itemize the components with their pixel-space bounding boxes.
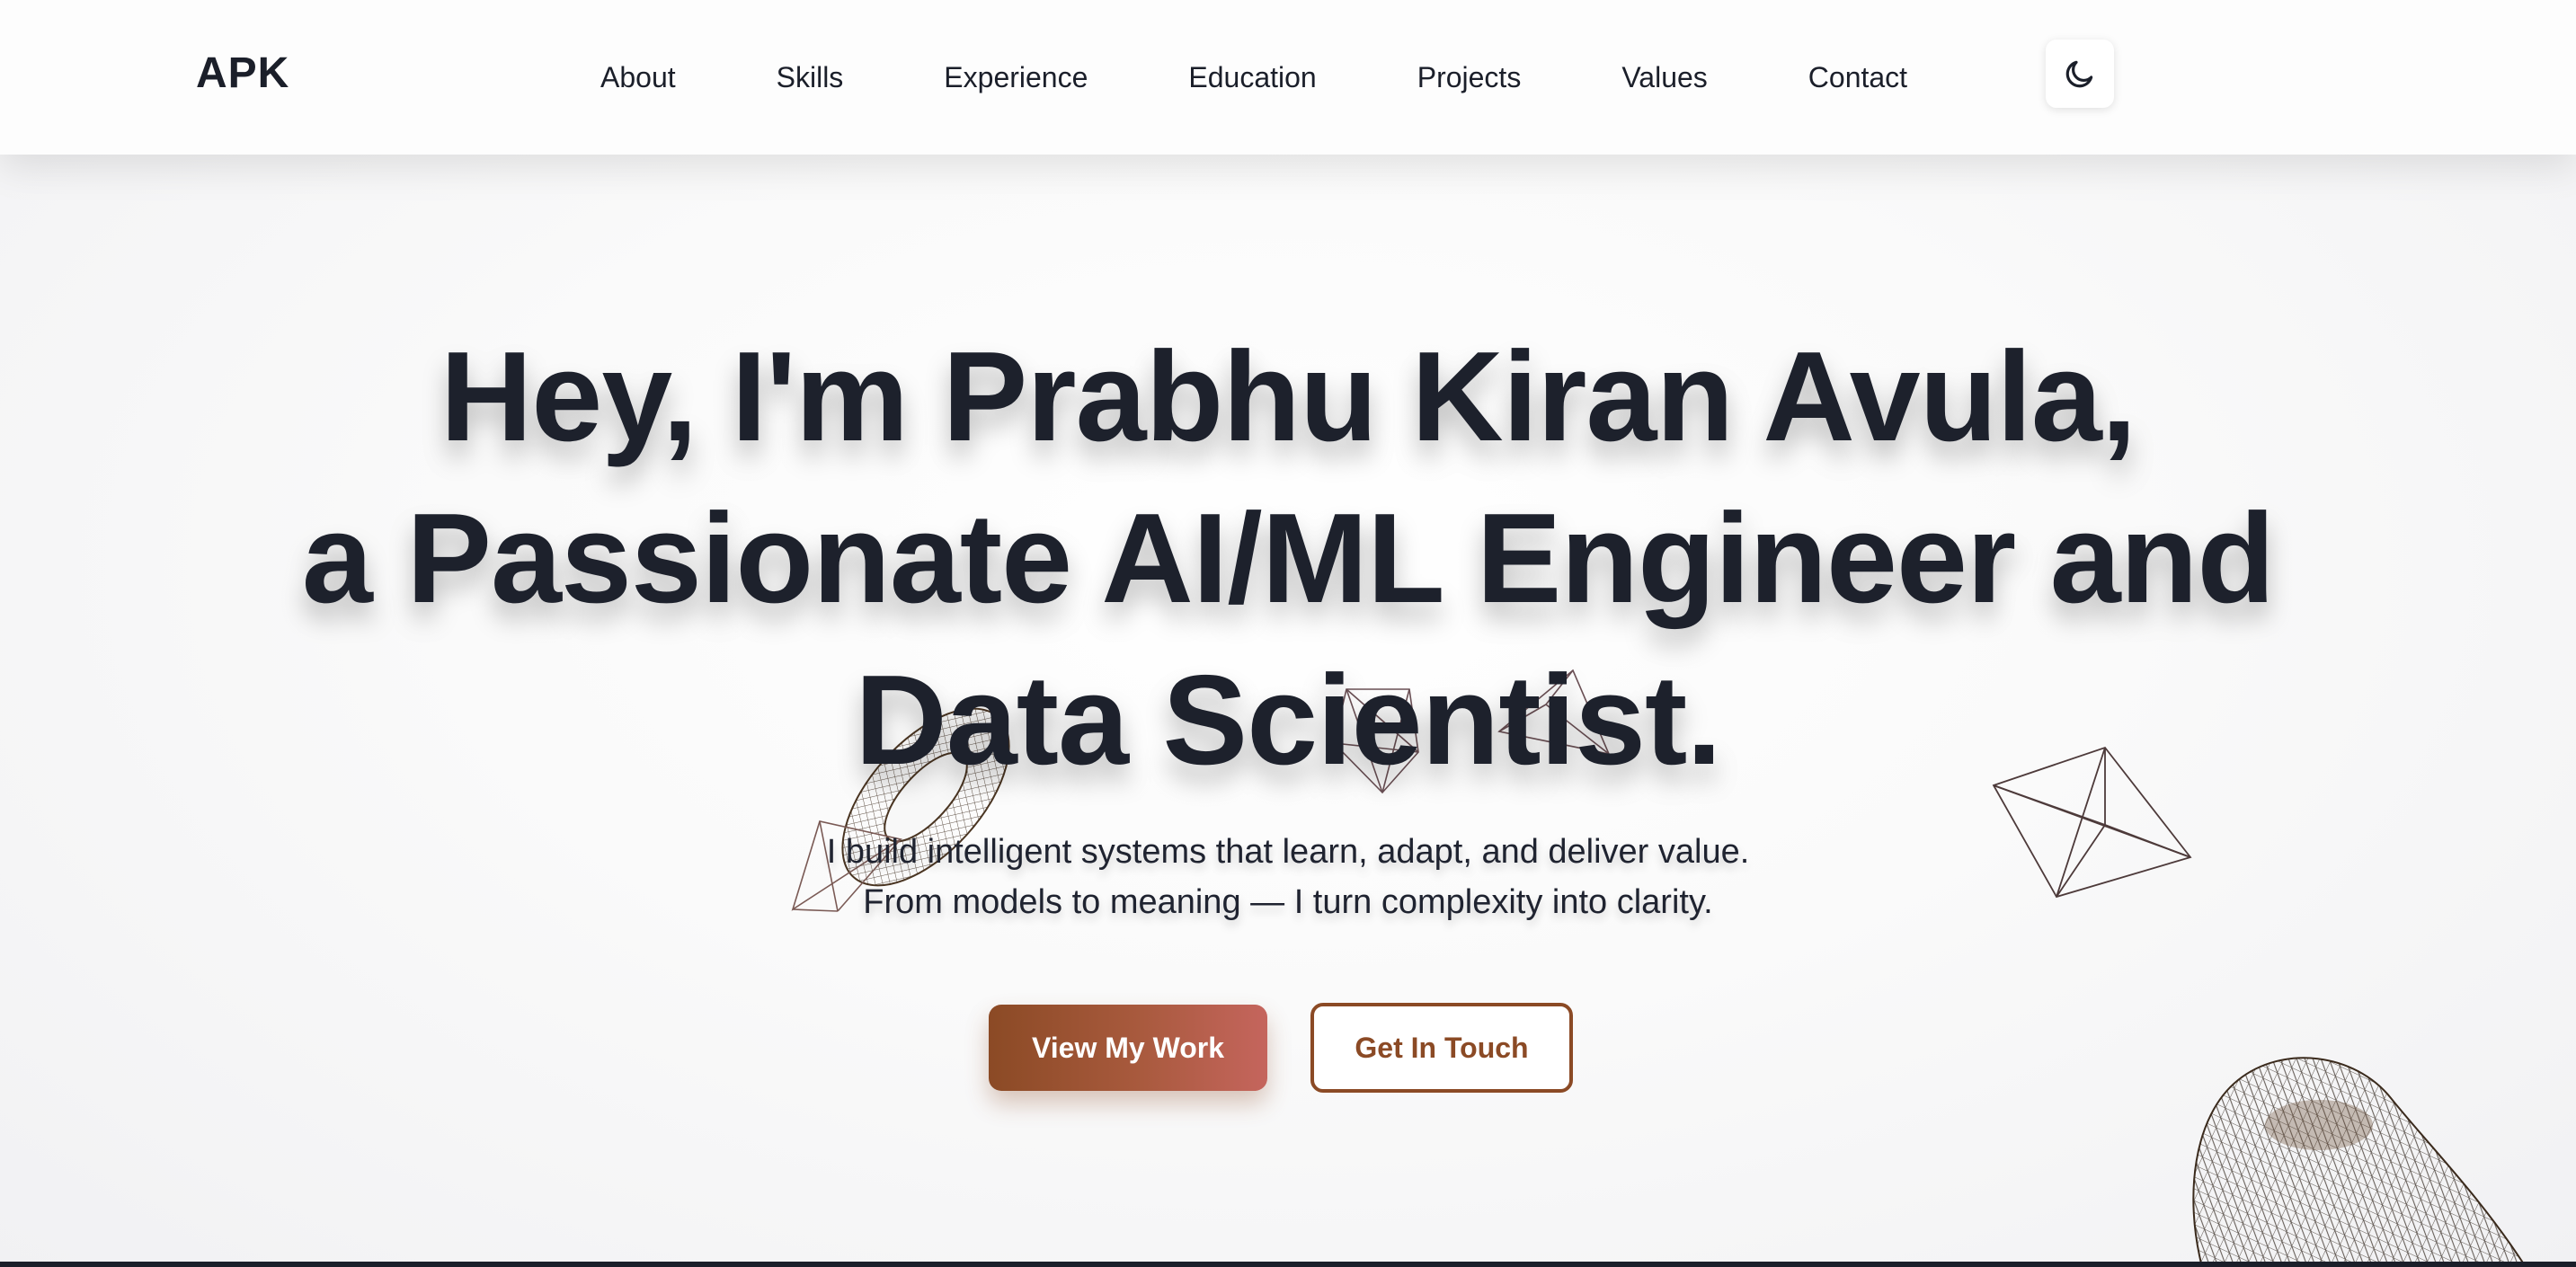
hero-subtitle-line-1: I build intelligent systems that learn, … [826,833,1750,871]
nav-link-experience[interactable]: Experience [944,61,1088,94]
bottom-edge-divider [0,1262,2576,1267]
top-navbar: APK About Skills Experience Education Pr… [0,0,2576,155]
nav-link-contact[interactable]: Contact [1808,61,1907,94]
view-my-work-button[interactable]: View My Work [989,1005,1267,1091]
portfolio-page: APK About Skills Experience Education Pr… [0,0,2576,1267]
get-in-touch-button[interactable]: Get In Touch [1310,1003,1573,1093]
moon-icon [2065,60,2093,88]
nav-link-skills[interactable]: Skills [777,61,844,94]
hero-subtitle: I build intelligent systems that learn, … [0,827,2576,927]
nav-link-projects[interactable]: Projects [1417,61,1522,94]
hero-title-line-1: Hey, I'm Prabhu Kiran Avula, [440,325,2136,468]
site-logo[interactable]: APK [196,49,289,98]
hero-title: Hey, I'm Prabhu Kiran Avula, a Passionat… [0,316,2576,802]
cta-buttons: View My Work Get In Touch [989,1003,1573,1093]
hero-title-line-2: a Passionate AI/ML Engineer and [301,487,2275,630]
nav-link-about[interactable]: About [600,61,676,94]
nav-links: About Skills Experience Education Projec… [600,54,1907,101]
nav-link-values[interactable]: Values [1621,61,1707,94]
nav-link-education[interactable]: Education [1188,61,1316,94]
hero-subtitle-line-2: From models to meaning — I turn complexi… [863,883,1713,921]
hero-section: Hey, I'm Prabhu Kiran Avula, a Passionat… [0,155,2576,1267]
wireframe-pebble-icon [2192,1057,2527,1267]
hero-title-line-3: Data Scientist. [855,649,1722,792]
theme-toggle-button[interactable] [2046,40,2114,108]
